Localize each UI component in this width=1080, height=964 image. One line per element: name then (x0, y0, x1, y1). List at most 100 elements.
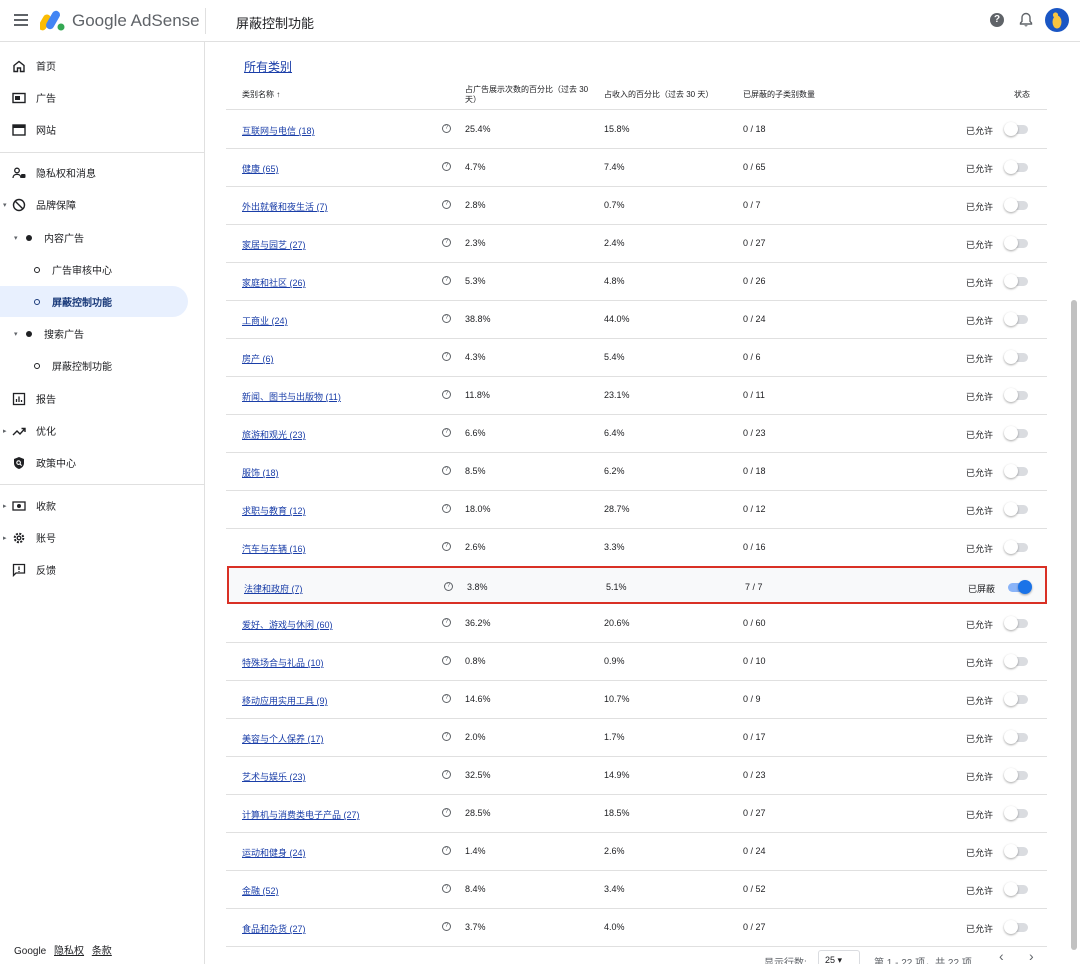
category-name-link[interactable]: 外出就餐和夜生活 (7) (242, 200, 328, 213)
caret-down-icon[interactable]: ▾ (14, 330, 18, 338)
info-icon[interactable]: ? (442, 656, 451, 665)
vertical-scrollbar[interactable] (1071, 300, 1077, 950)
info-icon[interactable]: ? (442, 162, 451, 171)
info-icon[interactable]: ? (442, 732, 451, 741)
info-icon[interactable]: ? (442, 694, 451, 703)
caret-down-icon[interactable]: ▾ (3, 201, 7, 209)
next-page-icon[interactable]: › (1029, 948, 1034, 964)
help-icon[interactable]: ? (990, 13, 1004, 27)
info-icon[interactable]: ? (442, 466, 451, 475)
info-icon[interactable]: ? (442, 846, 451, 855)
info-icon[interactable]: ? (442, 314, 451, 323)
category-name-link[interactable]: 美容与个人保养 (17) (242, 732, 324, 745)
sidebar-item-search-ads[interactable]: ▾ 搜索广告 (0, 318, 188, 349)
category-name-link[interactable]: 新闻、图书与出版物 (11) (242, 390, 341, 403)
info-icon[interactable]: ? (442, 428, 451, 437)
prev-page-icon[interactable]: ‹ (999, 948, 1004, 964)
notifications-bell-icon[interactable] (1019, 12, 1033, 28)
category-name-link[interactable]: 移动应用实用工具 (9) (242, 694, 328, 707)
category-name-link[interactable]: 旅游和观光 (23) (242, 428, 306, 441)
caret-right-icon[interactable]: ▸ (3, 427, 7, 435)
category-name-link[interactable]: 金融 (52) (242, 884, 279, 897)
footer-privacy-link[interactable]: 隐私权 (54, 946, 84, 957)
block-toggle-switch[interactable] (1004, 540, 1030, 554)
category-name-link[interactable]: 工商业 (24) (242, 314, 288, 327)
account-avatar[interactable] (1045, 8, 1069, 32)
info-icon[interactable]: ? (442, 542, 451, 551)
block-toggle-switch[interactable] (1004, 198, 1030, 212)
footer-terms-link[interactable]: 条款 (92, 946, 112, 957)
sidebar-item-blocking-controls-search[interactable]: 屏蔽控制功能 (0, 350, 188, 381)
info-icon[interactable]: ? (442, 352, 451, 361)
block-toggle-switch[interactable] (1004, 388, 1030, 402)
block-toggle-switch[interactable] (1004, 730, 1030, 744)
category-name-link[interactable]: 家居与园艺 (27) (242, 238, 306, 251)
block-toggle-switch[interactable] (1006, 580, 1032, 594)
block-toggle-switch[interactable] (1004, 920, 1030, 934)
block-toggle-switch[interactable] (1004, 274, 1030, 288)
sidebar-item-optimization[interactable]: ▸ 优化 (0, 415, 188, 446)
block-toggle-switch[interactable] (1004, 692, 1030, 706)
caret-down-icon[interactable]: ▾ (14, 234, 18, 242)
category-name-link[interactable]: 爱好、游戏与休闲 (60) (242, 618, 333, 631)
block-toggle-switch[interactable] (1004, 464, 1030, 478)
block-toggle-switch[interactable] (1004, 502, 1030, 516)
info-icon[interactable]: ? (442, 200, 451, 209)
rows-per-page-select[interactable]: 25 ▾ (818, 950, 860, 964)
sidebar-item-ads[interactable]: 广告 (0, 82, 188, 113)
info-icon[interactable]: ? (442, 884, 451, 893)
category-name-link[interactable]: 特殊场合与礼品 (10) (242, 656, 324, 669)
category-name-link[interactable]: 互联网与电信 (18) (242, 124, 315, 137)
info-icon[interactable]: ? (442, 618, 451, 627)
category-name-link[interactable]: 运动和健身 (24) (242, 846, 306, 859)
block-toggle-switch[interactable] (1004, 844, 1030, 858)
block-toggle-switch[interactable] (1004, 122, 1030, 136)
category-name-link[interactable]: 汽车与车辆 (16) (242, 542, 306, 555)
caret-right-icon[interactable]: ▸ (3, 534, 7, 542)
sidebar-item-home[interactable]: 首页 (0, 50, 188, 81)
sidebar-item-blocking-controls-content[interactable]: 屏蔽控制功能 (0, 286, 188, 317)
block-toggle-switch[interactable] (1004, 882, 1030, 896)
category-name-link[interactable]: 家庭和社区 (26) (242, 276, 306, 289)
info-icon[interactable]: ? (442, 238, 451, 247)
info-icon[interactable]: ? (442, 276, 451, 285)
sidebar-item-sites[interactable]: 网站 (0, 114, 188, 145)
sidebar-item-brand-safety[interactable]: ▾ 品牌保障 (0, 189, 188, 220)
all-categories-link[interactable]: 所有类别 (244, 58, 292, 75)
block-toggle-switch[interactable] (1004, 426, 1030, 440)
info-icon[interactable]: ? (442, 808, 451, 817)
sidebar-item-privacy-messaging[interactable]: 隐私权和消息 (0, 157, 188, 188)
category-name-link[interactable]: 食品和杂货 (27) (242, 922, 306, 935)
block-toggle-switch[interactable] (1004, 806, 1030, 820)
category-name-link[interactable]: 法律和政府 (7) (244, 582, 303, 595)
sidebar-item-reports[interactable]: 报告 (0, 383, 188, 414)
block-toggle-switch[interactable] (1004, 768, 1030, 782)
caret-right-icon[interactable]: ▸ (3, 502, 7, 510)
category-name-link[interactable]: 健康 (65) (242, 162, 279, 175)
block-toggle-switch[interactable] (1004, 350, 1030, 364)
info-icon[interactable]: ? (442, 922, 451, 931)
sidebar-item-ad-review-center[interactable]: 广告审核中心 (0, 254, 188, 285)
block-toggle-switch[interactable] (1004, 236, 1030, 250)
block-toggle-switch[interactable] (1004, 616, 1030, 630)
sidebar-item-content-ads[interactable]: ▾ 内容广告 (0, 222, 188, 253)
category-name-link[interactable]: 求职与教育 (12) (242, 504, 306, 517)
sidebar-item-account[interactable]: ▸ 账号 (0, 522, 188, 553)
category-name-link[interactable]: 房产 (6) (242, 352, 274, 365)
info-icon[interactable]: ? (442, 390, 451, 399)
sidebar-item-feedback[interactable]: 反馈 (0, 554, 188, 585)
block-toggle-switch[interactable] (1004, 312, 1030, 326)
info-icon[interactable]: ? (442, 770, 451, 779)
sidebar-item-payments[interactable]: ▸ 收款 (0, 490, 188, 521)
block-toggle-switch[interactable] (1004, 160, 1030, 174)
info-icon[interactable]: ? (442, 504, 451, 513)
category-name-link[interactable]: 计算机与消费类电子产品 (27) (242, 808, 360, 821)
info-icon[interactable]: ? (444, 582, 453, 591)
block-toggle-switch[interactable] (1004, 654, 1030, 668)
column-header-name[interactable]: 类别名称 ↑ (242, 90, 280, 100)
menu-icon[interactable] (14, 14, 28, 26)
category-name-link[interactable]: 艺术与娱乐 (23) (242, 770, 306, 783)
category-name-link[interactable]: 服饰 (18) (242, 466, 279, 479)
info-icon[interactable]: ? (442, 124, 451, 133)
sidebar-item-policy-center[interactable]: 政策中心 (0, 447, 188, 478)
